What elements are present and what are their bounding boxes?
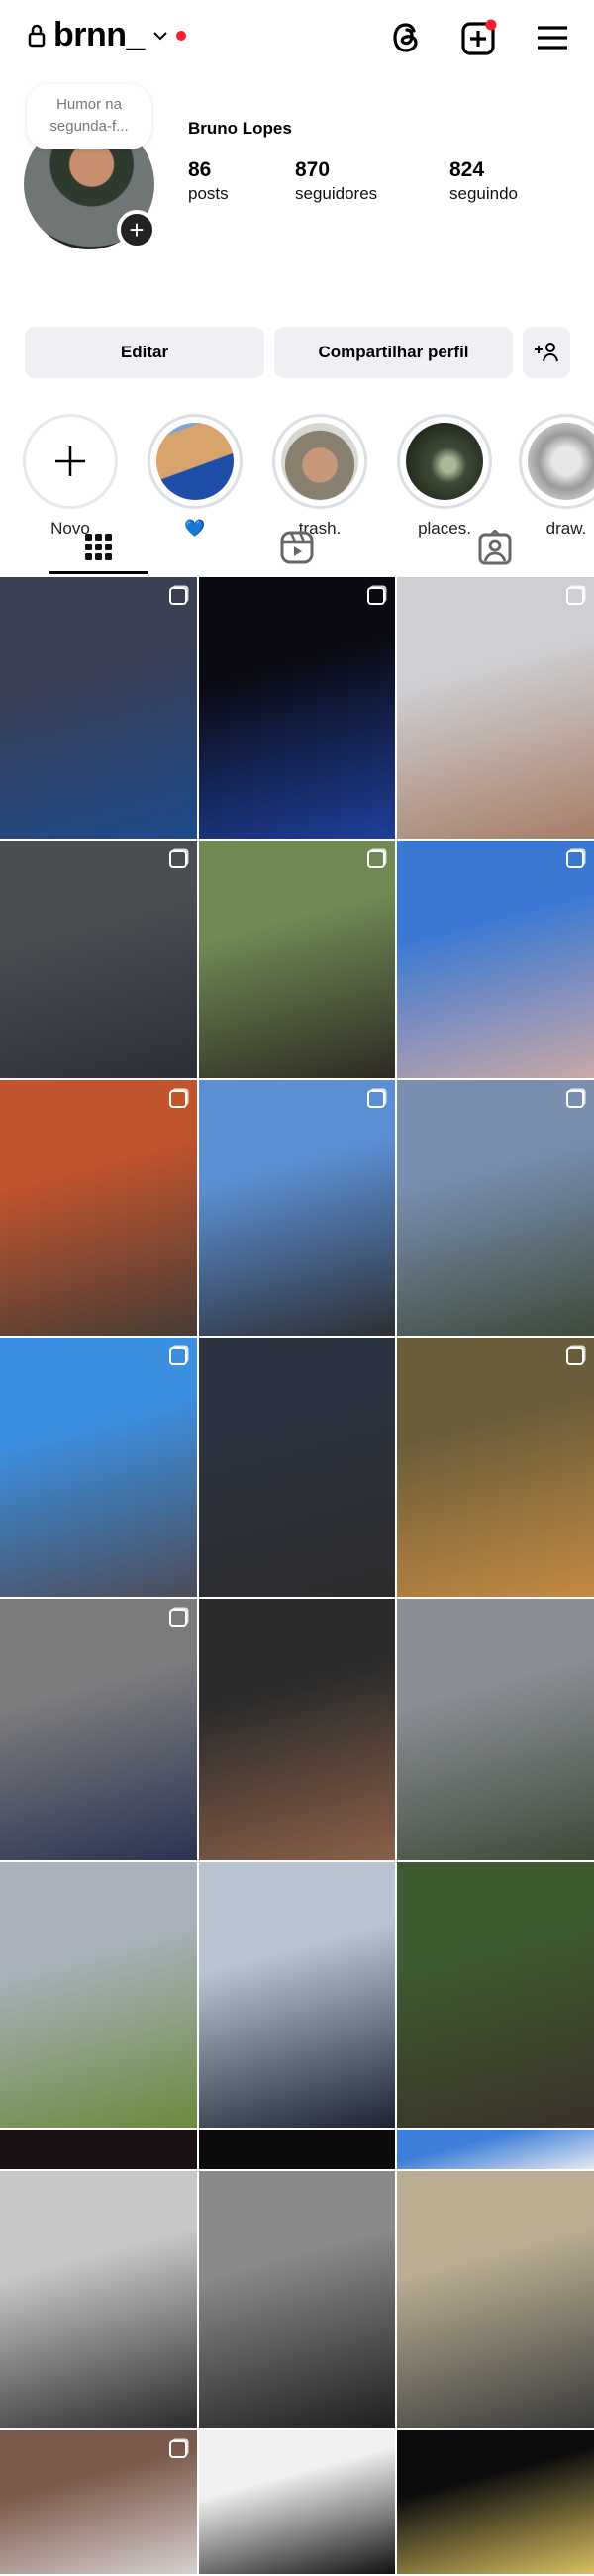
grid-row (0, 1599, 594, 1860)
reels-icon (280, 531, 314, 564)
post-thumbnail[interactable] (397, 2430, 594, 2574)
grid-row (0, 577, 594, 839)
stat-value: 824 (449, 158, 485, 181)
grid-icon (85, 534, 112, 560)
post-thumbnail[interactable] (0, 1599, 197, 1860)
edit-profile-button[interactable]: Editar (25, 327, 264, 378)
post-thumbnail[interactable] (397, 2171, 594, 2428)
lock-icon (28, 24, 46, 47)
post-thumbnail[interactable] (198, 1599, 396, 1860)
stat-followers[interactable]: 870 seguidores (295, 158, 377, 204)
note-bubble[interactable]: Humor na segunda-f... (27, 84, 151, 149)
carousel-icon (566, 850, 585, 868)
post-thumbnail[interactable] (0, 2130, 197, 2169)
post-thumbnail[interactable] (0, 841, 197, 1078)
plus-icon (55, 446, 85, 476)
chevron-down-icon (153, 31, 167, 40)
post-thumbnail[interactable] (0, 1862, 197, 2128)
carousel-icon (168, 2440, 187, 2458)
create-button[interactable] (458, 18, 498, 57)
post-thumbnail[interactable] (397, 841, 594, 1078)
carousel-icon (566, 1090, 585, 1108)
menu-icon (538, 26, 567, 50)
highlight-cover (281, 423, 358, 500)
grid-row (0, 1080, 594, 1336)
grid-row (0, 2430, 594, 2574)
carousel-icon (168, 587, 187, 605)
tab-reels[interactable] (198, 521, 396, 574)
post-thumbnail[interactable] (397, 2130, 594, 2169)
grid-row (0, 841, 594, 1078)
carousel-icon (367, 850, 386, 868)
post-thumbnail[interactable] (0, 2430, 197, 2574)
tab-posts[interactable] (0, 521, 198, 574)
display-name: Bruno Lopes (188, 119, 292, 138)
discover-people-button[interactable] (523, 327, 570, 378)
plus-icon: + (129, 215, 145, 245)
notification-dot (175, 30, 186, 41)
post-thumbnail[interactable] (0, 577, 197, 839)
carousel-icon (367, 587, 386, 605)
tab-tagged[interactable] (396, 521, 594, 574)
stat-value: 870 (295, 158, 331, 181)
post-thumbnail[interactable] (397, 1599, 594, 1860)
post-thumbnail[interactable] (198, 2130, 396, 2169)
menu-button[interactable] (533, 18, 572, 57)
stat-label: seguindo (449, 184, 519, 203)
post-thumbnail[interactable] (198, 841, 396, 1078)
tagged-icon (478, 530, 512, 565)
grid-row (0, 2171, 594, 2428)
grid-row (0, 1862, 594, 2128)
post-thumbnail[interactable] (198, 1080, 396, 1336)
post-thumbnail[interactable] (0, 1338, 197, 1597)
post-thumbnail[interactable] (198, 577, 396, 839)
post-thumbnail[interactable] (198, 1338, 396, 1597)
post-thumbnail[interactable] (397, 577, 594, 839)
grid-row (0, 2130, 594, 2169)
share-profile-button[interactable]: Compartilhar perfil (274, 327, 513, 378)
username: brnn_ (53, 16, 145, 53)
post-thumbnail[interactable] (198, 1862, 396, 2128)
stat-following[interactable]: 824 seguindo (449, 158, 518, 204)
carousel-icon (168, 1347, 187, 1365)
post-thumbnail[interactable] (397, 1862, 594, 2128)
carousel-icon (168, 850, 187, 868)
grid-row (0, 1338, 594, 1597)
post-thumbnail[interactable] (198, 2430, 396, 2574)
carousel-icon (566, 1347, 585, 1365)
highlight-cover (156, 423, 234, 500)
post-thumbnail[interactable] (397, 1338, 594, 1597)
carousel-icon (367, 1090, 386, 1108)
post-thumbnail[interactable] (198, 2171, 396, 2428)
highlight-cover (406, 423, 483, 500)
create-icon (461, 19, 497, 55)
post-thumbnail[interactable] (0, 1080, 197, 1336)
carousel-icon (168, 1609, 187, 1627)
post-thumbnail[interactable] (0, 2171, 197, 2428)
threads-button[interactable] (386, 18, 426, 57)
posts-grid (0, 577, 594, 2576)
account-switcher[interactable]: brnn_ (28, 16, 186, 54)
stat-label: seguidores (295, 184, 378, 203)
post-thumbnail[interactable] (397, 1080, 594, 1336)
highlight-cover (528, 423, 594, 500)
stat-label: posts (188, 184, 229, 203)
threads-icon (393, 23, 418, 52)
add-story-button[interactable]: + (117, 210, 156, 249)
carousel-icon (168, 1090, 187, 1108)
active-tab-indicator (50, 571, 148, 574)
carousel-icon (566, 587, 585, 605)
add-person-icon (535, 343, 558, 362)
stat-value: 86 (188, 158, 212, 181)
stat-posts[interactable]: 86 posts (188, 158, 229, 204)
